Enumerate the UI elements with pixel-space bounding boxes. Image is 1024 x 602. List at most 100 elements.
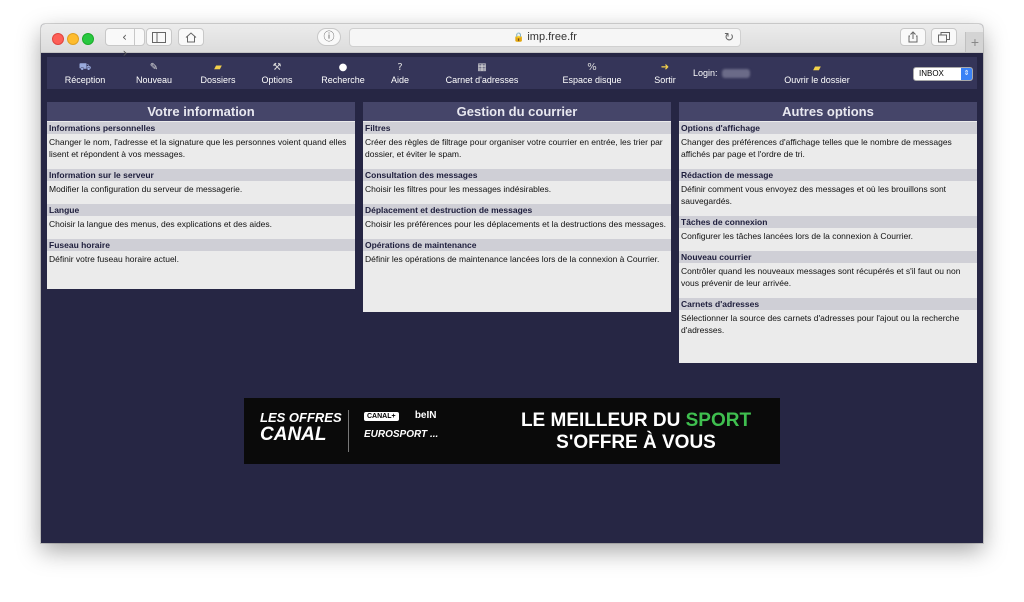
link-langue[interactable]: Langue — [47, 204, 355, 216]
section-description: Configurer les tâches lancées lors de la… — [681, 231, 913, 241]
ad-slogan: LE MEILLEUR DU SPORT S'OFFRE À VOUS — [506, 410, 766, 454]
chevron-updown-icon: ⇕ — [961, 68, 972, 80]
link-informations-personnelles[interactable]: Informations personnelles — [47, 122, 355, 134]
toolbar-recherche[interactable]: ● Recherche — [319, 57, 367, 89]
folder-select[interactable]: INBOX ⇕ — [913, 67, 973, 81]
toolbar-dossiers[interactable]: ▰ Dossiers — [195, 57, 241, 89]
ad-brand: LES OFFRES CANAL — [260, 411, 342, 445]
options-icon: ⚒ — [272, 62, 282, 73]
toolbar-label: Nouveau — [135, 75, 173, 85]
ad-text-highlight: SPORT — [685, 410, 752, 431]
new-tab-button[interactable]: + — [965, 32, 983, 52]
link-deplacement-destruction[interactable]: Déplacement et destruction de messages — [363, 204, 671, 216]
link-options-affichage[interactable]: Options d'affichage — [679, 122, 977, 134]
panel-gestion-courrier: Gestion du courrier Filtres Créer des rè… — [363, 102, 671, 312]
lock-icon: 🔒 — [513, 32, 525, 42]
section-description: Créer des règles de filtrage pour organi… — [365, 137, 663, 159]
folder-icon: ▰ — [813, 63, 821, 74]
toolbar-label: Espace disque — [562, 75, 622, 85]
ad-text: LE MEILLEUR DU — [520, 410, 686, 431]
help-icon: ? — [397, 62, 403, 73]
bein-logo: beIN — [414, 410, 437, 421]
section-description: Définir les opérations de maintenance la… — [365, 254, 660, 264]
link-carnets-adresses[interactable]: Carnets d'adresses — [679, 298, 977, 310]
ad-banner[interactable]: LES OFFRES CANAL CANAL+ beIN EUROSPORT .… — [244, 398, 780, 464]
toolbar-sortir[interactable]: ➜ Sortir — [647, 57, 683, 89]
link-information-serveur[interactable]: Information sur le serveur — [47, 169, 355, 181]
ad-divider — [348, 410, 349, 452]
ad-slogan-line1: LE MEILLEUR DU SPORT — [506, 410, 766, 432]
toolbar-label: Réception — [64, 75, 106, 85]
link-filtres[interactable]: Filtres — [363, 122, 671, 134]
zoom-window-button[interactable] — [82, 33, 94, 45]
share-button[interactable] — [900, 28, 926, 46]
ad-text: CANAL — [260, 424, 327, 445]
canal-plus-logo: CANAL+ — [364, 412, 399, 421]
compose-icon: ✎ — [149, 62, 159, 73]
tab-overview-button[interactable] — [931, 28, 957, 46]
toolbar-label: Recherche — [321, 75, 365, 85]
section-description: Choisir les filtres pour les messages in… — [365, 184, 552, 194]
open-folder-label: Ouvrir le dossier — [784, 75, 850, 85]
folder-select-value: INBOX — [919, 69, 944, 78]
panel-title: Votre information — [47, 102, 355, 121]
section-description: Définir comment vous envoyez des message… — [681, 184, 947, 206]
nav-buttons: ‹› — [105, 28, 145, 60]
folders-icon: ▰ — [214, 62, 222, 73]
ad-slogan-line2: S'OFFRE À VOUS — [556, 432, 716, 453]
toolbar-options[interactable]: ⚒ Options — [255, 57, 299, 89]
link-fuseau-horaire[interactable]: Fuseau horaire — [47, 239, 355, 251]
address-bar[interactable]: 🔒 imp.free.fr ↻ — [349, 28, 741, 47]
open-folder-button[interactable]: ▰ Ouvrir le dossier — [775, 63, 859, 85]
link-operations-maintenance[interactable]: Opérations de maintenance — [363, 239, 671, 251]
section-description: Changer des préférences d'affichage tell… — [681, 137, 952, 159]
toolbar-aide[interactable]: ? Aide — [385, 57, 415, 89]
link-consultation-messages[interactable]: Consultation des messages — [363, 169, 671, 181]
toolbar-label: Sortir — [654, 75, 676, 85]
login-info: Login: — [693, 68, 750, 79]
panel-title: Gestion du courrier — [363, 102, 671, 121]
toolbar-nouveau[interactable]: ✎ Nouveau — [131, 57, 177, 89]
panel-autres-options: Autres options Options d'affichage Chang… — [679, 102, 977, 363]
tabs-icon — [938, 32, 950, 43]
section-description: Modifier la configuration du serveur de … — [49, 184, 243, 194]
search-icon: ● — [338, 62, 348, 73]
section-description: Définir votre fuseau horaire actuel. — [49, 254, 179, 264]
panel-votre-information: Votre information Informations personnel… — [47, 102, 355, 289]
toolbar-label: Aide — [390, 75, 409, 85]
mail-toolbar: ⛟ Réception ✎ Nouveau ▰ Dossiers ⚒ Optio… — [47, 57, 977, 89]
sidebar-toggle-button[interactable] — [146, 28, 172, 46]
login-username-redacted — [721, 69, 750, 79]
minimize-window-button[interactable] — [67, 33, 79, 45]
toolbar-espace-disque[interactable]: % Espace disque — [557, 57, 627, 89]
section-description: Sélectionner la source des carnets d'adr… — [681, 313, 960, 335]
section-description: Contrôler quand les nouveaux messages so… — [681, 266, 961, 288]
toolbar-carnet-adresses[interactable]: ▦ Carnet d'adresses — [437, 57, 527, 89]
link-taches-connexion[interactable]: Tâches de connexion — [679, 216, 977, 228]
ad-channels: CANAL+ beIN EUROSPORT ... — [364, 410, 438, 440]
panel-title: Autres options — [679, 102, 977, 121]
toolbar-label: Options — [261, 75, 293, 85]
section-description: Changer le nom, l'adresse et la signatur… — [49, 137, 347, 159]
link-nouveau-courrier[interactable]: Nouveau courrier — [679, 251, 977, 263]
site-info-button[interactable]: ⓘ — [317, 28, 341, 46]
addressbook-icon: ▦ — [477, 62, 487, 73]
url-text: imp.free.fr — [527, 31, 577, 43]
home-icon — [185, 32, 197, 43]
toolbar-label: Carnet d'adresses — [445, 75, 519, 85]
back-button[interactable]: ‹ — [115, 29, 135, 45]
toolbar-reception[interactable]: ⛟ Réception — [60, 57, 110, 89]
section-description: Choisir les préférences pour les déplace… — [365, 219, 666, 229]
reload-icon[interactable]: ↻ — [724, 29, 734, 46]
toolbar-label: Dossiers — [200, 75, 236, 85]
close-window-button[interactable] — [52, 33, 64, 45]
eurosport-logo: EUROSPORT ... — [364, 429, 439, 440]
browser-toolbar: ‹› ⓘ 🔒 imp.free.fr ↻ + — [41, 24, 983, 60]
home-button[interactable] — [178, 28, 204, 46]
ad-text: LES OFFRES — [260, 410, 342, 425]
link-redaction-message[interactable]: Rédaction de message — [679, 169, 977, 181]
share-icon — [908, 31, 918, 43]
browser-window: ‹› ⓘ 🔒 imp.free.fr ↻ + ⛟ Réception ✎ Nouv… — [41, 24, 983, 543]
sidebar-icon — [152, 32, 166, 43]
logout-icon: ➜ — [660, 62, 670, 73]
